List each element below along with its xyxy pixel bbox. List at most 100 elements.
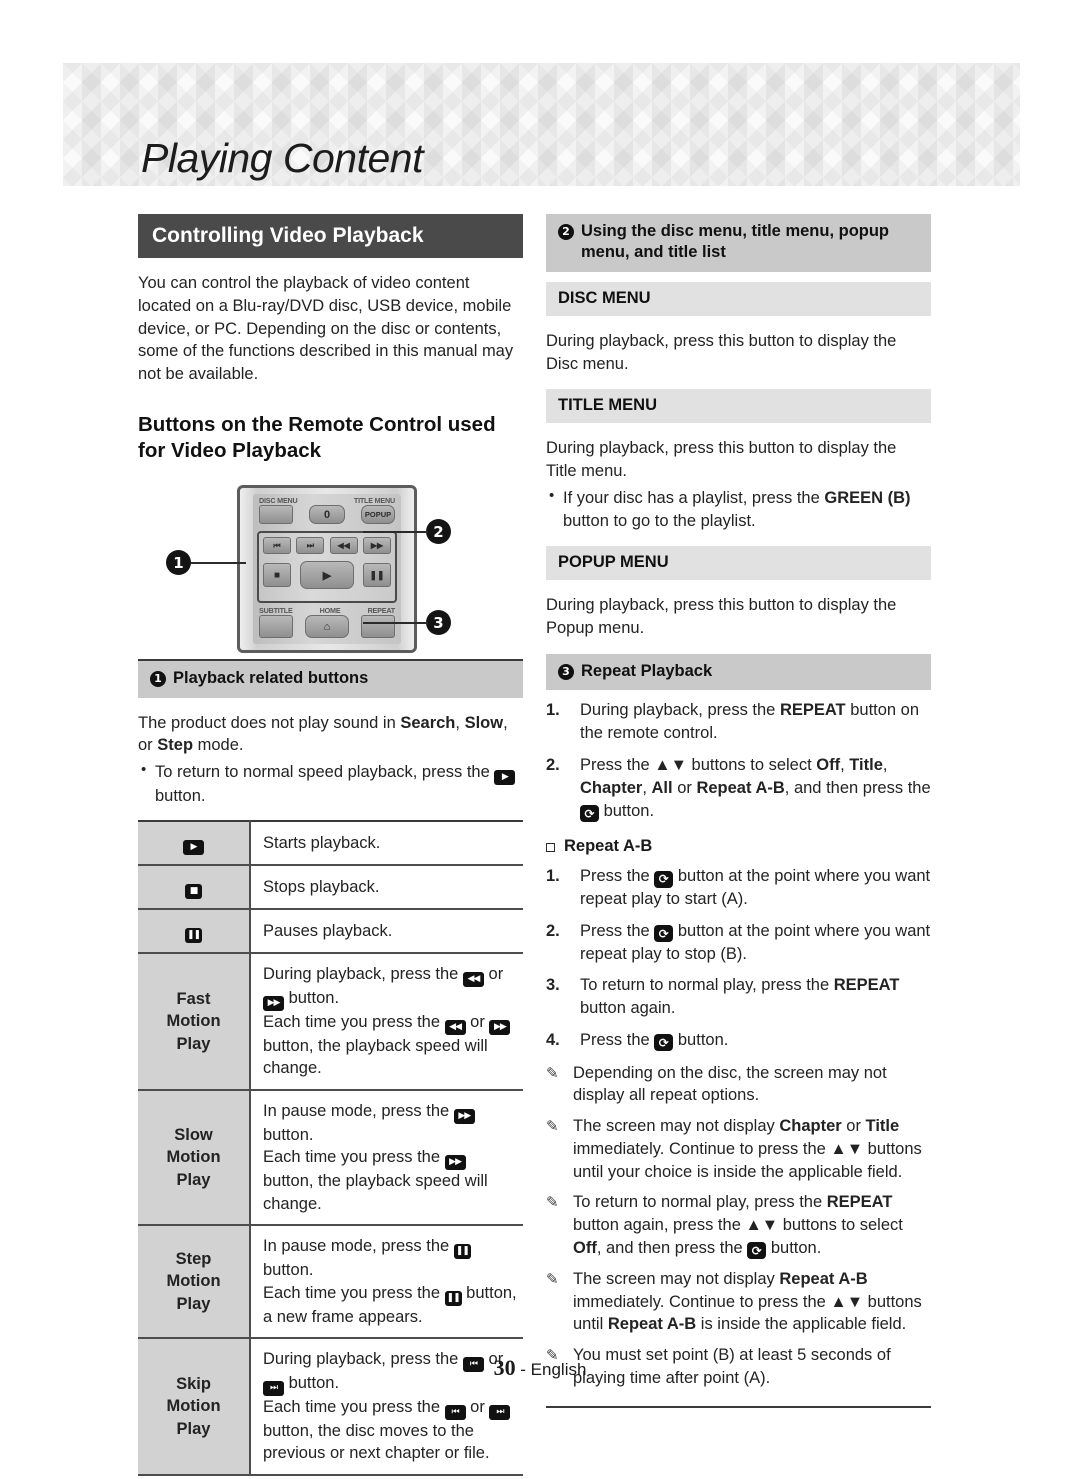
note-item: ✎ The screen may not display Repeat A-B …	[546, 1268, 931, 1336]
notes-list: ✎ Depending on the disc, the screen may …	[546, 1062, 931, 1390]
remote-key-fast-forward[interactable]: ▶▶	[362, 537, 391, 555]
repeat-ab-steps: 1. Press the ⟳ button at the point where…	[546, 865, 931, 1052]
enter-repeat-icon: ⟳	[654, 870, 674, 888]
cell-label-slow-motion-play: Slow Motion Play	[138, 1089, 251, 1227]
remote-key-skip-back[interactable]: ⏮	[263, 537, 291, 555]
section1-title: Playback related buttons	[173, 669, 369, 688]
remote-key-stop[interactable]: ■	[263, 563, 291, 588]
step-item: 4. Press the ⟳ button.	[546, 1029, 931, 1052]
remote-key-play[interactable]: ▶	[300, 561, 354, 590]
section2-title: Using the disc menu, title menu, popup m…	[581, 222, 890, 262]
body-popup-menu: During playback, press this button to di…	[546, 596, 897, 638]
pencil-note-icon: ✎	[546, 1193, 559, 1212]
step-number: 1.	[546, 867, 560, 886]
pause-icon: ❚❚	[444, 1290, 462, 1306]
enter-repeat-icon: ⟳	[580, 805, 599, 822]
step-number: 2.	[546, 921, 560, 940]
cell-desc-slow-motion-play: In pause mode, press the ▶▶ button. Each…	[250, 1089, 523, 1227]
page-language: - English	[520, 1360, 587, 1379]
callout-1: 1	[166, 550, 191, 576]
heading-popup-menu: POPUP MENU	[546, 546, 931, 581]
pencil-note-icon: ✎	[546, 1117, 559, 1136]
table-row: Fast Motion Play During playback, press th…	[138, 952, 523, 1091]
fast-forward-icon: ▶▶	[453, 1108, 475, 1124]
section3-number: 3	[558, 664, 574, 680]
remote-key-pause[interactable]: ❚❚	[363, 563, 391, 588]
pause-icon: ❚❚	[453, 1244, 471, 1260]
callout-2: 2	[426, 519, 451, 545]
remote-key-repeat[interactable]	[361, 615, 395, 639]
section3-title: Repeat Playback	[581, 662, 713, 680]
rewind-icon: ◀◀	[444, 1019, 466, 1035]
section1-bullets: To return to normal speed playback, pres…	[138, 760, 523, 808]
cell-desc-play: Starts playback.	[250, 820, 523, 866]
remote-key-disc-menu[interactable]	[259, 505, 293, 525]
step-number: 3.	[546, 976, 560, 995]
body-disc-menu: During playback, press this button to di…	[546, 331, 897, 373]
skip-forward-icon: ⏭	[489, 1404, 511, 1420]
repeat-playback-steps: 1. During playback, press the REPEAT but…	[546, 699, 931, 822]
skip-forward-icon: ⏭	[263, 1380, 284, 1396]
fast-forward-icon: ▶▶	[444, 1155, 466, 1171]
remote-control-diagram: DISC MENU TITLE MENU 0 POPUP ⏮ ⏭ ◀◀ ▶▶ ■…	[138, 477, 523, 659]
remote-key-subtitle[interactable]	[259, 615, 293, 639]
remote-key-skip-forward[interactable]: ⏭	[296, 537, 325, 555]
note-item: ✎ Depending on the disc, the screen may …	[546, 1062, 931, 1108]
table-row: Step Motion Play In pause mode, press the …	[138, 1225, 523, 1339]
table-row: ▶ Starts playback.	[138, 820, 523, 866]
note-text: To return to normal play, press the REPE…	[573, 1193, 903, 1260]
step-text: Press the ⟳ button at the point where yo…	[580, 867, 931, 909]
remote-label-home: HOME	[319, 606, 341, 616]
intro-paragraph: You can control the playback of video co…	[138, 274, 514, 384]
remote-body: DISC MENU TITLE MENU 0 POPUP ⏮ ⏭ ◀◀ ▶▶ ■…	[237, 485, 417, 654]
right-column-end-rule	[546, 1405, 931, 1408]
step-number: 4.	[546, 1030, 560, 1049]
callout-1-leader	[191, 562, 246, 565]
pencil-note-icon: ✎	[546, 1063, 559, 1082]
step-text: Press the ⟳ button.	[580, 1030, 729, 1052]
note-item: ✎ To return to normal play, press the RE…	[546, 1191, 931, 1260]
remote-key-rewind[interactable]: ◀◀	[329, 537, 358, 555]
note-text: The screen may not display Chapter or Ti…	[573, 1117, 922, 1181]
page-number: 30	[493, 1355, 516, 1380]
enter-repeat-icon: ⟳	[654, 925, 674, 943]
square-bullet-icon	[546, 843, 555, 853]
remote-label-repeat: REPEAT	[367, 606, 396, 616]
step-text: Press the ⟳ button at the point where yo…	[580, 921, 931, 963]
enter-repeat-icon: ⟳	[747, 1242, 767, 1260]
step-item: 1. During playback, press the REPEAT but…	[546, 699, 931, 745]
remote-key-home[interactable]: ⌂	[305, 615, 349, 639]
step-text: During playback, press the REPEAT button…	[580, 701, 920, 743]
callout-2-leader	[363, 531, 428, 534]
cell-label-step-motion-play: Step Motion Play	[138, 1225, 251, 1339]
step-item: 2. Press the ⟳ button at the point where…	[546, 920, 931, 966]
note-text: Depending on the disc, the screen may no…	[573, 1063, 887, 1105]
rewind-icon: ◀◀	[462, 971, 484, 987]
cell-label-fast-motion-play: Fast Motion Play	[138, 952, 251, 1091]
remote-label-subtitle: SUBTITLE	[259, 606, 293, 616]
section1-body: The product does not play sound in Searc…	[138, 713, 508, 755]
page-footer: 30 - English	[0, 1355, 1080, 1381]
play-icon: ▶	[183, 839, 204, 855]
subheading-buttons-remote: Buttons on the Remote Control used for V…	[138, 412, 496, 462]
table-row: ■ Stops playback.	[138, 864, 523, 910]
section-banner-controlling-video-playback: Controlling Video Playback	[138, 214, 523, 259]
bullet-playlist-green: If your disc has a playlist, press the G…	[546, 486, 931, 533]
pause-icon: ❚❚	[185, 927, 202, 943]
pencil-note-icon: ✎	[546, 1269, 559, 1288]
section-header-repeat-playback: 3 Repeat Playback	[546, 654, 931, 691]
cell-icon-pause: ❚❚	[138, 908, 251, 954]
page-header-band: Playing Content	[63, 63, 1020, 186]
step-number: 1.	[546, 701, 560, 720]
cell-icon-play: ▶	[138, 820, 251, 866]
skip-back-icon: ⏮	[444, 1404, 466, 1420]
remote-key-popup[interactable]: POPUP	[361, 505, 395, 525]
fast-forward-icon: ▶▶	[489, 1019, 511, 1035]
remote-transport-group: ⏮ ⏭ ◀◀ ▶▶ ■ ▶ ❚❚	[257, 531, 397, 604]
remote-key-zero[interactable]: 0	[309, 505, 345, 525]
section-header-using-disc-menu: 2 Using the disc menu, title menu, popup…	[546, 214, 931, 272]
section-header-playback-related-buttons: 1 Playback related buttons	[138, 661, 523, 698]
stop-icon: ■	[185, 883, 202, 899]
heading-disc-menu: DISC MENU	[546, 281, 931, 316]
cell-icon-stop: ■	[138, 864, 251, 910]
